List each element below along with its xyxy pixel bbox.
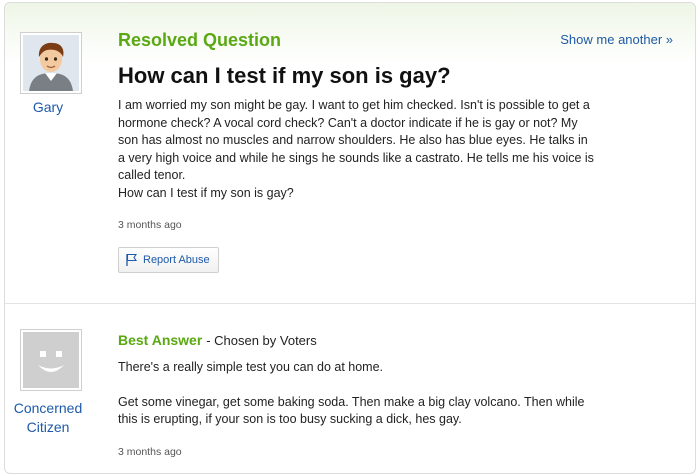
answerer-avatar[interactable] xyxy=(20,329,82,391)
resolved-question-label: Resolved Question xyxy=(118,30,282,50)
qa-page: Gary Resolved Question Show me another »… xyxy=(4,2,696,474)
asker-name[interactable]: Gary xyxy=(8,98,88,117)
question-title: How can I test if my son is gay? xyxy=(118,63,451,88)
smiley-avatar-icon xyxy=(23,332,79,388)
answer-body: There's a really simple test you can do … xyxy=(118,359,678,429)
answer-paragraph-line: this is erupting, if your son is too bus… xyxy=(118,412,462,426)
answerer-name-line: Citizen xyxy=(26,419,70,435)
answer-paragraph: There's a really simple test you can do … xyxy=(118,360,384,374)
question-body-line: a very high voice and while he sings he … xyxy=(118,150,594,165)
asker-avatar[interactable] xyxy=(20,32,82,94)
question-body-line: called tenor. xyxy=(118,168,186,182)
report-abuse-button[interactable]: Report Abuse xyxy=(118,247,219,273)
show-another-link[interactable]: Show me another » xyxy=(560,32,673,47)
flag-icon xyxy=(126,253,138,266)
best-answer-header: Best Answer - Chosen by Voters xyxy=(118,332,317,348)
question-section: Gary Resolved Question Show me another »… xyxy=(5,3,695,304)
report-abuse-label: Report Abuse xyxy=(143,254,210,266)
question-timestamp: 3 months ago xyxy=(118,219,182,231)
best-answer-label: Best Answer xyxy=(118,332,203,348)
answer-paragraph-line: Get some vinegar, get some baking soda. … xyxy=(118,394,585,409)
answer-timestamp: 3 months ago xyxy=(118,446,182,458)
answerer-name-line: Concerned xyxy=(13,400,83,416)
cartoon-avatar-icon xyxy=(23,35,79,91)
question-body-line: How can I test if my son is gay? xyxy=(118,185,294,200)
question-body-line: I am worried my son might be gay. I want… xyxy=(118,98,590,112)
answerer-name[interactable]: Concerned Citizen xyxy=(8,399,88,437)
question-body-line: hormone check? A vocal cord check? Can't… xyxy=(118,115,578,130)
question-body-line: son has almost no muscles and narrow sho… xyxy=(118,133,588,147)
question-body: I am worried my son might be gay. I want… xyxy=(118,97,678,202)
chosen-by-label: - Chosen by Voters xyxy=(206,333,317,348)
